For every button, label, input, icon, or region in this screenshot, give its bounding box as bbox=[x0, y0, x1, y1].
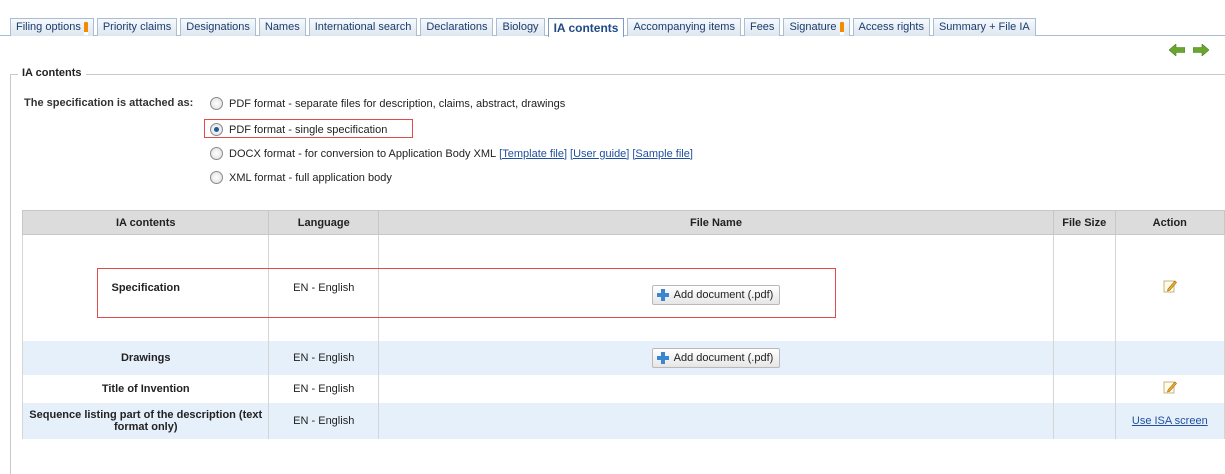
ia-contents-table: IA contents Language File Name File Size… bbox=[21, 210, 1225, 439]
tab-access-rights[interactable]: Access rights bbox=[852, 18, 930, 36]
tab-fees[interactable]: Fees bbox=[743, 18, 781, 36]
content-cell: Drawings bbox=[21, 340, 270, 375]
action-cell bbox=[1114, 374, 1225, 403]
tab-label: Priority claims bbox=[102, 21, 172, 33]
option-label: PDF format - separate files for descript… bbox=[229, 97, 566, 110]
language-cell: EN - English bbox=[268, 374, 380, 403]
option-label: DOCX format - for conversion to Applicat… bbox=[229, 147, 497, 160]
table-row: Title of Invention EN - English bbox=[21, 374, 1225, 403]
arrow-left-icon[interactable] bbox=[1169, 44, 1185, 56]
tab-list: Filing options Priority claims Designati… bbox=[10, 18, 1039, 37]
tab-international-search[interactable]: International search bbox=[308, 18, 418, 36]
action-cell bbox=[1114, 340, 1225, 375]
tab-label: Filing options bbox=[16, 21, 81, 33]
table-row: Sequence listing part of the description… bbox=[21, 402, 1225, 439]
edit-icon[interactable] bbox=[1163, 279, 1177, 293]
add-document-button[interactable]: Add document (.pdf) bbox=[651, 347, 781, 368]
filename-cell bbox=[378, 374, 1054, 403]
table-header-row: IA contents Language File Name File Size… bbox=[21, 210, 1225, 235]
tab-declarations[interactable]: Declarations bbox=[420, 18, 494, 36]
tab-names[interactable]: Names bbox=[258, 18, 306, 36]
column-header: Action bbox=[1114, 210, 1225, 235]
tab-designations[interactable]: Designations bbox=[180, 18, 256, 36]
tab-label: International search bbox=[314, 21, 412, 33]
tab-signature[interactable]: Signature bbox=[783, 18, 850, 36]
radio-docx[interactable] bbox=[210, 147, 223, 160]
highlight-box bbox=[97, 268, 836, 318]
tab-label: Designations bbox=[186, 21, 250, 33]
tab-label: Fees bbox=[749, 21, 775, 33]
tab-label: Signature bbox=[789, 21, 837, 33]
tab-bar: Filing options Priority claims Designati… bbox=[0, 0, 1225, 37]
radio-xml[interactable] bbox=[210, 171, 223, 184]
option-docx[interactable]: DOCX format - for conversion to Applicat… bbox=[210, 147, 693, 160]
fieldset-legend: IA contents bbox=[18, 67, 86, 79]
warning-icon bbox=[839, 21, 844, 35]
filesize-cell bbox=[1052, 234, 1116, 341]
tab-label: IA contents bbox=[553, 20, 619, 35]
option-pdf-separate[interactable]: PDF format - separate files for descript… bbox=[210, 97, 565, 110]
warning-icon bbox=[83, 21, 88, 35]
table-row: Drawings EN - English Add document (.pdf… bbox=[21, 340, 1225, 375]
template-file-link[interactable]: [Template file] bbox=[499, 148, 567, 160]
arrow-right-icon[interactable] bbox=[1193, 44, 1209, 56]
plus-icon bbox=[656, 351, 669, 364]
tab-label: Declarations bbox=[426, 21, 488, 33]
user-guide-link[interactable]: [User guide] bbox=[570, 148, 629, 160]
filesize-cell bbox=[1052, 340, 1116, 375]
sample-file-link[interactable]: [Sample file] bbox=[632, 148, 693, 160]
column-header: File Name bbox=[378, 210, 1054, 235]
tab-label: Accompanying items bbox=[633, 21, 735, 33]
content-cell: Title of Invention bbox=[21, 374, 270, 403]
tab-label: Names bbox=[264, 21, 300, 33]
language-cell: EN - English bbox=[268, 402, 380, 439]
tab-filing-options[interactable]: Filing options bbox=[10, 18, 94, 36]
button-label: Add document (.pdf) bbox=[673, 351, 774, 364]
language-cell: EN - English bbox=[268, 340, 380, 375]
tab-label: Biology bbox=[502, 21, 539, 33]
content-cell: Sequence listing part of the description… bbox=[21, 402, 270, 439]
column-header: File Size bbox=[1052, 210, 1116, 235]
specification-label: The specification is attached as: bbox=[24, 97, 194, 109]
column-header: IA contents bbox=[21, 210, 270, 235]
tab-accompanying-items[interactable]: Accompanying items bbox=[627, 18, 741, 36]
nav-arrows bbox=[1169, 44, 1209, 56]
highlight-box bbox=[204, 119, 413, 138]
action-cell bbox=[1114, 234, 1225, 341]
option-label: XML format - full application body bbox=[229, 171, 392, 184]
filename-cell bbox=[378, 402, 1054, 439]
action-cell: Use ISA screen bbox=[1114, 402, 1225, 439]
tab-summary-file-ia[interactable]: Summary + File IA bbox=[932, 18, 1036, 36]
tab-priority-claims[interactable]: Priority claims bbox=[96, 18, 178, 36]
column-header: Language bbox=[268, 210, 380, 235]
filesize-cell bbox=[1052, 374, 1116, 403]
tab-ia-contents[interactable]: IA contents bbox=[547, 18, 625, 37]
edit-icon[interactable] bbox=[1163, 380, 1177, 394]
tab-biology[interactable]: Biology bbox=[496, 18, 545, 36]
tab-label: Summary + File IA bbox=[938, 21, 1030, 33]
use-isa-screen-link[interactable]: Use ISA screen bbox=[1132, 415, 1208, 427]
radio-pdf-separate[interactable] bbox=[210, 97, 223, 110]
filename-cell: Add document (.pdf) bbox=[378, 340, 1054, 375]
option-xml[interactable]: XML format - full application body bbox=[210, 171, 392, 184]
filesize-cell bbox=[1052, 402, 1116, 439]
tab-label: Access rights bbox=[858, 21, 924, 33]
